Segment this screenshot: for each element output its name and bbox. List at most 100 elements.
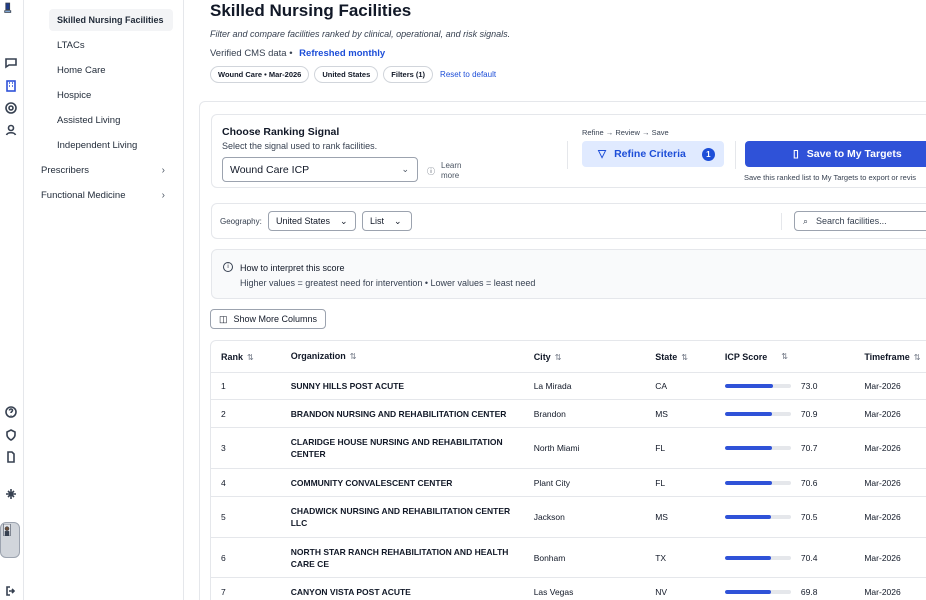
search-icon: ⌕: [803, 215, 809, 226]
sort-icon: ⇅: [247, 352, 254, 362]
refine-criteria-button[interactable]: ▽ Refine Criteria 1: [582, 141, 724, 167]
table-row[interactable]: 4 COMMUNITY CONVALESCENT CENTER Plant City…: [211, 469, 926, 497]
header-label: State: [655, 351, 678, 362]
city-cell: La Mirada: [533, 381, 572, 391]
building-icon[interactable]: [4, 79, 18, 93]
chat-icon[interactable]: [4, 56, 18, 70]
sparkle-icon[interactable]: [4, 487, 18, 501]
geography-dropdown[interactable]: United States ⌄: [268, 211, 356, 231]
organization-cell[interactable]: NORTH STAR RANCH REHABILITATION AND HEAL…: [281, 546, 524, 570]
target-icon[interactable]: [4, 101, 18, 115]
timeframe-cell: Mar-2026: [864, 443, 901, 453]
state-cell: MS: [655, 408, 668, 419]
sidebar-item-skilled-nursing[interactable]: Skilled Nursing Facilities: [49, 9, 173, 31]
score-value: 70.4: [800, 552, 818, 563]
header-rank[interactable]: Rank ⇅: [211, 352, 281, 362]
divider: [781, 213, 782, 230]
header-city[interactable]: City ⇅: [524, 352, 646, 362]
organization-cell[interactable]: CANYON VISTA POST ACUTE: [281, 586, 524, 598]
organization-cell[interactable]: CLARIDGE HOUSE NURSING AND REHABILITATIO…: [281, 436, 524, 460]
icp-score-cell: 70.7: [715, 443, 854, 453]
sidebar-item-home-care[interactable]: Home Care: [57, 65, 106, 76]
table-row[interactable]: 7 CANYON VISTA POST ACUTE Las Vegas NV 69.8 M…: [211, 578, 926, 600]
sidebar-group-functional-medicine[interactable]: Functional Medicine ›: [41, 190, 165, 201]
save-to-targets-button[interactable]: ▯ Save to My Targets: [745, 141, 926, 167]
icp-score-cell: 70.4: [715, 553, 854, 563]
organization-cell[interactable]: SUNNY HILLS POST ACUTE: [281, 380, 524, 392]
sidebar-group-prescribers[interactable]: Prescribers ›: [41, 165, 165, 176]
chip-signal[interactable]: Wound Care • Mar-2026: [210, 66, 310, 83]
header-icp-score[interactable]: ICP Score ⇅: [715, 352, 854, 362]
table-row[interactable]: 5 CHADWICK NURSING AND REHABILITATION CEN…: [211, 497, 926, 538]
ranking-signal-card: Choose Ranking Signal Select the signal …: [211, 114, 926, 188]
help-icon[interactable]: [4, 405, 18, 419]
sidebar-item-independent-living[interactable]: Independent Living: [57, 140, 137, 151]
score-bar: [724, 589, 791, 594]
table-body: 1 SUNNY HILLS POST ACUTE La Mirada CA 73.0 Ma…: [211, 373, 926, 600]
show-more-label: Show More Columns: [233, 314, 318, 324]
table-row[interactable]: 3 CLARIDGE HOUSE NURSING AND REHABILITATI…: [211, 428, 926, 469]
score-value: 73.0: [800, 381, 818, 391]
header-label: ICP Score: [724, 351, 768, 362]
table-row[interactable]: 1 SUNNY HILLS POST ACUTE La Mirada CA 73.0 Ma…: [211, 373, 926, 400]
facilities-table: Rank ⇅ Organization ⇅ City ⇅ State ⇅ ICP Sco…: [210, 340, 926, 600]
document-icon[interactable]: [4, 450, 18, 464]
score-bar: [724, 384, 791, 388]
user-icon[interactable]: [4, 123, 18, 137]
score-bar: [724, 411, 791, 416]
city-cell: Jackson: [533, 512, 565, 522]
search-input[interactable]: ⌕ Search facilities...: [794, 211, 926, 231]
table-row[interactable]: 6 NORTH STAR RANCH REHABILITATION AND HEA…: [211, 538, 926, 578]
header-timeframe[interactable]: Timeframe ⇅: [854, 352, 926, 362]
sidebar-item-assisted-living[interactable]: Assisted Living: [57, 115, 120, 126]
score-bar-fill: [724, 555, 772, 560]
page-title: Skilled Nursing Facilities: [210, 1, 412, 20]
state-cell: NV: [655, 586, 667, 597]
shield-icon[interactable]: [4, 428, 18, 442]
header-state[interactable]: State ⇅: [645, 352, 715, 362]
refreshed-link[interactable]: Refreshed monthly: [299, 48, 385, 59]
app-logo[interactable]: [2, 2, 14, 14]
header-label: City: [533, 351, 551, 362]
state-cell: CA: [655, 381, 667, 391]
header-organization[interactable]: Organization ⇅: [281, 350, 524, 363]
city-cell: Brandon: [533, 408, 566, 419]
ranking-signal-select[interactable]: Wound Care ICP ⌄: [222, 157, 418, 182]
sort-icon: ⇅: [681, 352, 688, 362]
score-value: 70.5: [800, 512, 818, 522]
show-more-columns-button[interactable]: ◫ Show More Columns: [210, 309, 327, 329]
organization-cell[interactable]: CHADWICK NURSING AND REHABILITATION CENT…: [281, 505, 524, 529]
sidebar-item-hospice[interactable]: Hospice: [57, 90, 91, 101]
avatar[interactable]: [0, 522, 20, 558]
header-label: Timeframe: [864, 351, 910, 362]
chip-filters[interactable]: Filters (1): [383, 66, 434, 83]
score-bar-fill: [724, 411, 772, 416]
save-note: Save this ranked list to My Targets to e…: [744, 173, 917, 182]
search-placeholder: Search facilities...: [816, 216, 887, 226]
ranking-panel: Choose Ranking Signal Select the signal …: [199, 101, 926, 600]
table-header: Rank ⇅ Organization ⇅ City ⇅ State ⇅ ICP Sco…: [211, 341, 926, 373]
geography-label: Geography:: [220, 217, 262, 226]
header-label: Organization: [290, 351, 346, 361]
view-dropdown[interactable]: List ⌄: [362, 211, 412, 231]
state-cell: TX: [655, 552, 667, 563]
organization-cell[interactable]: BRANDON NURSING AND REHABILITATION CENTE…: [281, 408, 524, 420]
chevron-right-icon: ›: [161, 190, 165, 201]
sidebar-item-ltacs[interactable]: LTACs: [57, 40, 85, 51]
table-row[interactable]: 2 BRANDON NURSING AND REHABILITATION CENT…: [211, 400, 926, 428]
sort-icon: ⇅: [554, 352, 562, 362]
score-value: 70.9: [800, 408, 818, 419]
organization-cell[interactable]: COMMUNITY CONVALESCENT CENTER: [281, 477, 524, 489]
icp-score-cell: 69.8: [715, 587, 854, 597]
score-value: 70.7: [800, 443, 818, 453]
logout-icon[interactable]: [4, 584, 18, 598]
geography-value: United States: [276, 216, 331, 226]
timeframe-cell: Mar-2026: [864, 586, 901, 597]
bookmark-icon: ▯: [793, 148, 799, 160]
chevron-down-icon: ⌄: [340, 215, 348, 226]
chip-geography[interactable]: United States: [314, 66, 379, 83]
reset-link[interactable]: Reset to default: [440, 70, 496, 79]
learn-more-link[interactable]: ⓘ Learn more: [427, 161, 473, 181]
main-content: Skilled Nursing Facilities Filter and co…: [185, 0, 926, 600]
page-subtitle: Filter and compare facilities ranked by …: [210, 29, 511, 39]
